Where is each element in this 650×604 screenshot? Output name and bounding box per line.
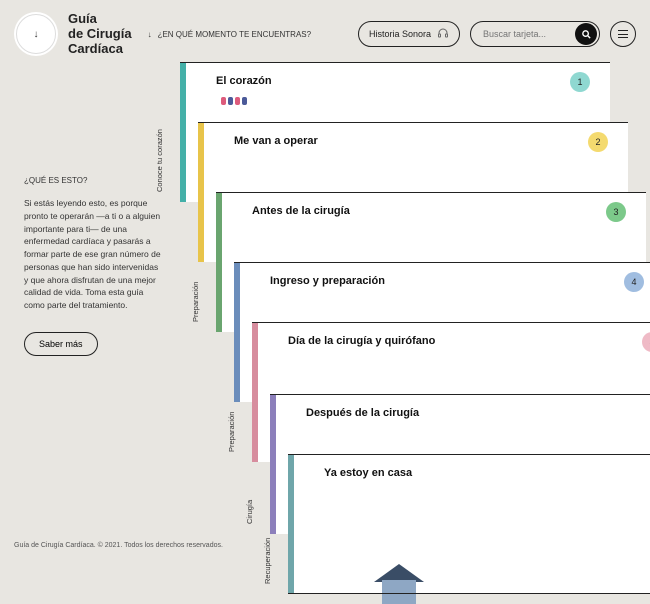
card-number-badge: 4 [624, 272, 644, 292]
card-number-badge: 5 [642, 332, 650, 352]
arrow-down-icon: ↓ [34, 29, 39, 40]
card-category-tab: Cirugía [245, 500, 254, 524]
search-button[interactable] [575, 23, 597, 45]
search-bar[interactable] [470, 21, 600, 47]
illustration-peek [221, 97, 247, 105]
card-number-badge: 1 [570, 72, 590, 92]
moment-prompt: ↓ ¿EN QUÉ MOMENTO TE ENCUENTRAS? [148, 30, 312, 39]
intro-body: Si estás leyendo esto, es porque pronto … [24, 197, 164, 312]
card-title: Ingreso y preparación [270, 274, 385, 288]
card-title: El corazón [216, 74, 272, 88]
card-category-tab: Preparación [227, 412, 236, 452]
headphones-icon [437, 27, 449, 42]
card-category-tab: Conoce tu corazón [155, 129, 164, 192]
header: ↓ Guía de Cirugía Cardíaca ↓ ¿EN QUÉ MOM… [0, 0, 650, 57]
card-title: Me van a operar [234, 134, 318, 148]
menu-icon [618, 30, 628, 38]
search-input[interactable] [483, 29, 563, 39]
card-title: Después de la cirugía [306, 406, 419, 420]
footer-copyright: Guía de Cirugía Cardíaca. © 2021. Todos … [14, 542, 223, 549]
card[interactable]: Ya estoy en casa 7 Recuperación [288, 454, 650, 594]
card-category-tab: Preparación [191, 282, 200, 322]
card-number-badge: 2 [588, 132, 608, 152]
house-illustration [374, 564, 424, 604]
logo-badge: ↓ [14, 12, 58, 56]
menu-button[interactable] [610, 21, 636, 47]
card-number-badge: 3 [606, 202, 626, 222]
card-category-tab: Recuperación [263, 538, 272, 584]
site-title: Guía de Cirugía Cardíaca [68, 12, 132, 57]
intro-heading: ¿QUÉ ES ESTO? [24, 175, 164, 187]
card-title: Día de la cirugía y quirófano [288, 334, 435, 348]
card-title: Antes de la cirugía [252, 204, 350, 218]
arrow-down-icon: ↓ [148, 30, 152, 39]
card-title: Ya estoy en casa [324, 466, 412, 480]
search-icon [581, 29, 592, 40]
intro-panel: ¿QUÉ ES ESTO? Si estás leyendo esto, es … [24, 175, 164, 356]
historia-sonora-button[interactable]: Historia Sonora [358, 21, 460, 47]
learn-more-button[interactable]: Saber más [24, 332, 98, 356]
